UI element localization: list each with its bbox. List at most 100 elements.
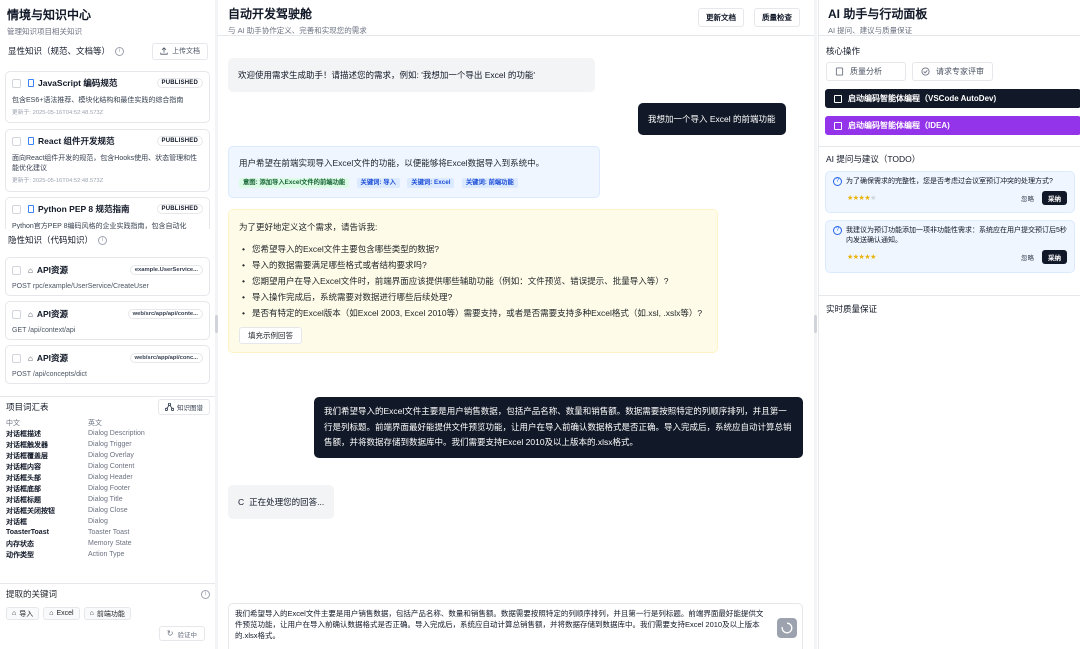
keyword-tag[interactable]: ⌂ 前端功能 (83, 607, 131, 620)
implicit-knowledge-title: 隐性知识（代码知识） (8, 235, 94, 245)
keyword-tag[interactable]: ⌂ Excel (43, 607, 80, 620)
document-title: JavaScript 编码规范 (38, 78, 118, 88)
verify-button[interactable]: ↻ 验证中 (158, 626, 205, 641)
core-actions-title: 核心操作 (826, 46, 861, 56)
knowledge-panel: 情境与知识中心 管理知识项目相关知识 显性知识（规范、文档等） i 上传文档 J… (0, 0, 216, 649)
processing-message: C 正在处理您的回答... (228, 485, 335, 519)
info-icon[interactable]: i (115, 46, 125, 56)
launch-idea-agent-button[interactable]: 启动编码智能体编程（IDEA) (825, 116, 1080, 135)
question-item: 是否有特定的Excel版本（如Excel 2003, Excel 2010等）需… (239, 305, 707, 321)
fill-example-button[interactable]: 填充示例回答 (239, 327, 302, 344)
glossary-term-zh: 对话框关闭按钮 (6, 507, 55, 515)
message-input[interactable]: 我们希望导入的Excel文件主要是用户销售数据，包括产品名称、数量和销售额。数据… (228, 603, 803, 649)
document-card[interactable]: Python PEP 8 规范指南 PUBLISHED Python官方PEP … (5, 197, 210, 230)
api-resource-card[interactable]: ⌂ API资源 web/src/app/api/conte... GET /ap… (5, 301, 210, 340)
status-badge: PUBLISHED (156, 204, 203, 214)
document-card[interactable]: JavaScript 编码规范 PUBLISHED 包含ES6+语法推荐、模块化… (5, 71, 210, 123)
chat-panel: 自动开发驾驶舱 与 AI 助手协作定义、完善和实现您的需求 更新文档 质量检查 … (217, 0, 815, 649)
glossary-term-en: Dialog Title (88, 496, 123, 503)
rating-stars: ★★★★★ (847, 254, 876, 261)
quality-assurance-title: 实时质量保证 (826, 304, 878, 314)
code-icon (834, 94, 842, 103)
suggestions-title: AI 提问与建议（TODO） (826, 154, 921, 164)
glossary-col-en: 英文 (88, 419, 102, 427)
document-card[interactable]: React 组件开发规范 PUBLISHED 面向React组件开发的规范，包含… (5, 129, 210, 192)
launch-idea-label: 启动编码智能体编程（IDEA) (848, 121, 950, 130)
api-checkbox[interactable] (12, 265, 21, 275)
glossary-row: 对话框头部 Dialog Header (6, 472, 210, 483)
analysis-text: 用户希望在前端实现导入Excel文件的功能，以便能够将Excel数据导入到系统中… (239, 158, 545, 168)
quality-analysis-button[interactable]: 质量分析 (826, 62, 906, 81)
document-checkbox[interactable] (12, 204, 21, 214)
glossary-term-zh: 对话框 (6, 518, 27, 526)
glossary-term-zh: 对话框头部 (6, 474, 41, 482)
keyword-text: Excel (56, 610, 74, 617)
suggestion-card: ? 为了确保需求的完整性，您是否考虑过会议室预订冲突的处理方式? ★★★★★ 忽… (825, 171, 1075, 213)
quality-check-button[interactable]: 质量检查 (754, 8, 800, 27)
tag-icon: ⌂ (12, 610, 17, 617)
glossary-term-zh: 对话框描述 (6, 430, 41, 438)
resize-handle[interactable] (814, 315, 817, 333)
glossary-row: 内存状态 Memory State (6, 538, 210, 549)
api-resource-card[interactable]: ⌂ API资源 example.UserService... POST rpc/… (5, 257, 210, 296)
knowledge-graph-button[interactable]: 知识图谱 (158, 399, 210, 415)
question-item: 您希望导入的Excel文件主要包含哪些类型的数据? (239, 241, 707, 257)
api-title: API资源 (36, 265, 69, 275)
document-checkbox[interactable] (12, 136, 21, 146)
api-source-chip: web/src/app/api/conte... (127, 309, 203, 319)
glossary-term-zh: 对话框内容 (6, 463, 41, 471)
launch-vscode-agent-button[interactable]: 启动编码智能体编程（VSCode AutoDev) (825, 89, 1080, 108)
glossary-term-en: Dialog Header (88, 474, 133, 481)
ignore-button[interactable]: 忽略 (1021, 193, 1034, 203)
glossary-term-en: Dialog Overlay (88, 452, 134, 459)
document-checkbox[interactable] (12, 78, 21, 88)
info-icon[interactable]: i (98, 235, 108, 245)
project-glossary: 项目词汇表 知识图谱 中文 英文 对话框描述 Dialog Description… (0, 396, 215, 560)
document-updated-time: 更新于: 2025-05-16T04:52:48.573Z (12, 110, 104, 116)
keyword-chip: 关键词: 前端功能 (461, 178, 518, 188)
rating-stars: ★★★★★ (847, 195, 876, 202)
upload-label: 上传文档 (172, 48, 200, 55)
chat-header: 自动开发驾驶舱 与 AI 助手协作定义、完善和实现您的需求 更新文档 质量检查 (217, 0, 815, 36)
graph-icon (165, 403, 174, 411)
api-checkbox[interactable] (12, 309, 21, 319)
keywords-title: 提取的关键词 (6, 589, 58, 599)
status-badge: PUBLISHED (156, 136, 203, 146)
api-resource-card[interactable]: ⌂ API资源 web/src/app/api/conc... POST /ap… (5, 345, 210, 384)
adopt-button[interactable]: 采纳 (1042, 250, 1067, 264)
refresh-icon: ↻ (166, 629, 174, 638)
assistant-message: 欢迎使用需求生成助手！请描述您的需求，例如: '我想加一个导出 Excel 的功… (228, 58, 595, 92)
expert-review-button[interactable]: 请求专家评审 (912, 62, 993, 81)
knowledge-graph-label: 知识图谱 (177, 405, 203, 412)
update-document-button[interactable]: 更新文档 (698, 8, 744, 27)
expert-review-label: 请求专家评审 (936, 67, 984, 76)
processing-text: 正在处理您的回答... (249, 497, 325, 507)
analysis-message: 用户希望在前端实现导入Excel文件的功能，以便能够将Excel数据导入到系统中… (228, 146, 600, 198)
question-icon: ? (833, 177, 842, 186)
glossary-term-zh: 对话框标题 (6, 496, 41, 504)
keyword-tag[interactable]: ⌂ 导入 (6, 607, 40, 620)
glossary-term-zh: 对话框底部 (6, 485, 41, 493)
glossary-term-zh: 对话框触发器 (6, 441, 48, 449)
api-checkbox[interactable] (12, 353, 21, 363)
question-item: 导入的数据需要满足哪些格式或者结构要求吗? (239, 257, 707, 273)
status-badge: PUBLISHED (156, 78, 203, 88)
glossary-row: 对话框触发器 Dialog Trigger (6, 439, 210, 450)
code-icon (834, 121, 842, 130)
launch-vscode-label: 启动编码智能体编程（VSCode AutoDev) (848, 94, 997, 103)
document-title: Python PEP 8 规范指南 (38, 204, 130, 214)
assistant-action-panel: AI 助手与行动面板 AI 提问、建议与质量保证 核心操作 质量分析 请求专家评… (818, 0, 1080, 649)
send-button[interactable] (777, 618, 797, 638)
ignore-button[interactable]: 忽略 (1021, 252, 1034, 262)
info-icon[interactable]: i (201, 589, 210, 599)
verify-label: 验证中 (177, 631, 198, 639)
spinner-icon (781, 622, 793, 634)
document-icon (28, 79, 34, 87)
glossary-term-en: Dialog Close (88, 507, 128, 514)
glossary-row: 对话框覆盖层 Dialog Overlay (6, 450, 210, 461)
upload-document-button[interactable]: 上传文档 (152, 42, 208, 60)
adopt-button[interactable]: 采纳 (1042, 191, 1067, 205)
pane-divider[interactable] (814, 0, 817, 649)
section-divider (819, 146, 1080, 147)
glossary-term-en: Memory State (88, 540, 132, 547)
